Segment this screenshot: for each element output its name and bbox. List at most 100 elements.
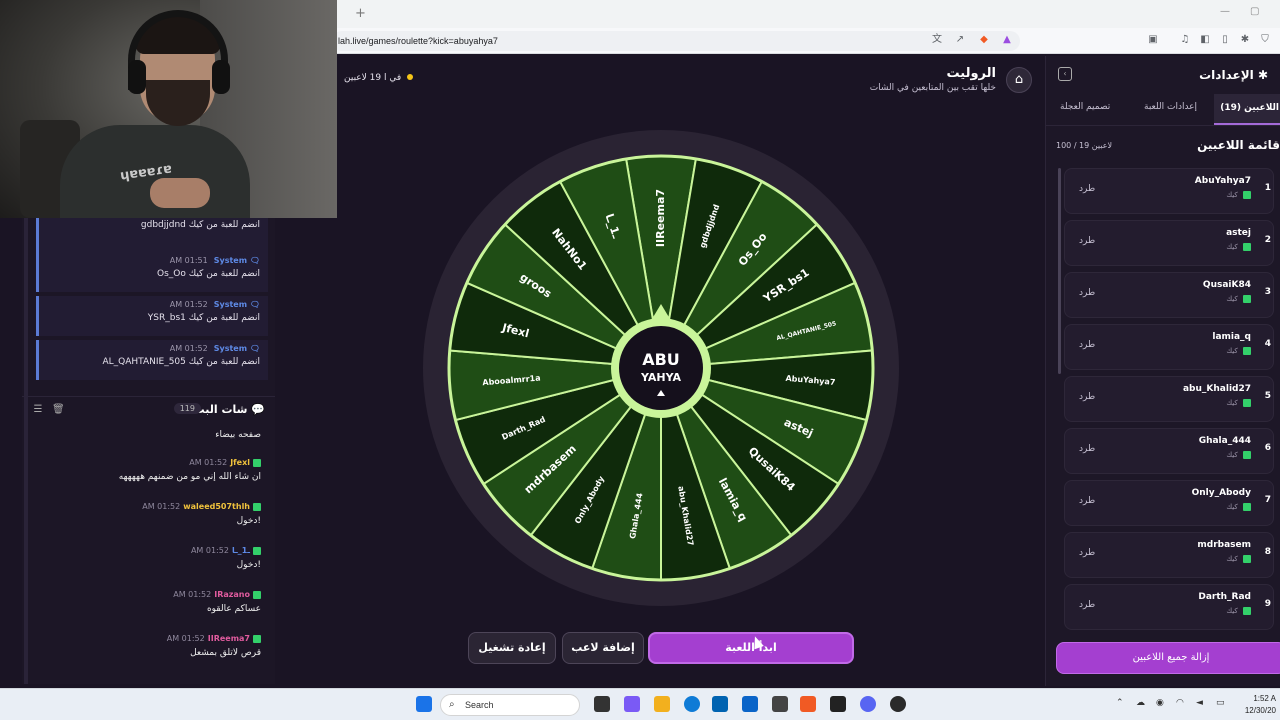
edge-icon[interactable]	[684, 696, 700, 712]
player-row: 3 QusaiK84 كيك طرد	[1064, 272, 1274, 318]
author-name: System	[213, 344, 248, 353]
tray-cloud-icon[interactable]: ☁	[1136, 698, 1145, 708]
copilot-icon[interactable]	[624, 696, 640, 712]
message-user[interactable]: IIReema7	[208, 634, 250, 643]
kick-badge-icon	[253, 502, 261, 511]
windows-taskbar: ⌕ Search ⌃ ☁ ◉ ◠ ◄ ▭ 1:52 A 12/30/20	[0, 688, 1280, 720]
vpn-icon[interactable]: ⛉	[1258, 33, 1272, 47]
remove-player-button[interactable]: طرد	[1079, 288, 1095, 298]
kick-badge-icon	[1243, 243, 1251, 251]
taskbar-search[interactable]: ⌕ Search	[440, 694, 580, 716]
remove-all-players-button[interactable]: إزالة جميع اللاعبين	[1056, 642, 1280, 674]
new-tab-button[interactable]: +	[355, 6, 366, 21]
tab-search-icon[interactable]: ▣	[1146, 33, 1160, 47]
remove-player-button[interactable]: طرد	[1079, 236, 1095, 246]
obs-icon[interactable]	[830, 696, 846, 712]
music-icon[interactable]: ♫	[1178, 33, 1192, 47]
player-row: 2 astej كيك طرد	[1064, 220, 1274, 266]
remove-player-button[interactable]: طرد	[1079, 600, 1095, 610]
message-user[interactable]: ـ1_ـا	[232, 546, 250, 555]
brave-icon[interactable]	[800, 696, 816, 712]
player-platform: كيك	[1226, 451, 1251, 459]
share-icon[interactable]: ↗	[953, 33, 967, 47]
file-explorer-icon[interactable]	[654, 696, 670, 712]
outlook-icon[interactable]	[742, 696, 758, 712]
chat-message: AM 01:52 IIReema7 قرص لاتلق بمشعل	[31, 634, 261, 658]
wheel-svg: IIReema7 gdbdjjdndOs_OoYSR_bs1AL_QAHTANIE…	[423, 130, 899, 606]
tab-game-settings[interactable]: إعدادات اللعبة	[1144, 102, 1197, 112]
player-number: 2	[1264, 235, 1271, 245]
player-list-scrollbar[interactable]	[1058, 168, 1061, 374]
chat-panel: gdbdjjdnd انضم للعبة من كيك AM 01:51 Syst…	[22, 212, 275, 684]
remove-player-button[interactable]: طرد	[1079, 444, 1095, 454]
system-message-list: gdbdjjdnd انضم للعبة من كيك AM 01:51 Syst…	[22, 212, 275, 383]
chat-message: AM 01:52 IRazano عساكم عالقوه	[31, 590, 261, 614]
translate-icon[interactable]: 文	[930, 33, 944, 47]
task-view-icon[interactable]	[594, 696, 610, 712]
player-platform: كيك	[1226, 607, 1251, 615]
author-name: System	[213, 256, 248, 265]
kick-badge-icon	[1243, 191, 1251, 199]
app-icon[interactable]	[772, 696, 788, 712]
home-icon: ⌂	[1014, 72, 1024, 87]
chat-viewer-count: 119	[173, 403, 201, 414]
platform-label: كيك	[1226, 451, 1238, 459]
collapse-panel-icon[interactable]: ‹	[1058, 67, 1072, 81]
sidebar-icon[interactable]: ◧	[1198, 33, 1212, 47]
remove-player-button[interactable]: طرد	[1079, 496, 1095, 506]
minimize-button[interactable]: —	[1220, 6, 1230, 17]
battery-icon[interactable]: ▭	[1216, 698, 1225, 708]
message-user[interactable]: waleed507thlh	[183, 502, 250, 511]
remove-player-button[interactable]: طرد	[1079, 184, 1095, 194]
player-list-count: 100 / 19 لاعبين	[1056, 141, 1113, 150]
message-user[interactable]: IRazano	[214, 590, 250, 599]
remove-player-button[interactable]: طرد	[1079, 392, 1095, 402]
wifi-icon[interactable]: ◠	[1176, 698, 1184, 708]
brave-rewards-icon[interactable]: ▲	[1000, 33, 1014, 47]
tray-chevron-icon[interactable]: ⌃	[1116, 698, 1124, 708]
trash-icon[interactable]: 🗑	[52, 404, 65, 416]
message-time: AM 01:52	[190, 546, 229, 555]
tray-app-icon[interactable]: ◉	[1156, 698, 1164, 708]
volume-icon[interactable]: ◄	[1196, 698, 1203, 708]
chat-scrollbar[interactable]	[24, 218, 28, 684]
platform-label: كيك	[1226, 347, 1238, 355]
player-list-title: قائمة اللاعبين	[1197, 138, 1280, 152]
brave-shield-icon[interactable]: ◆	[977, 33, 991, 47]
tab-wheel-design[interactable]: تصميم العجلة	[1060, 102, 1110, 112]
settings-tabs: تصميم العجلة إعدادات اللعبة اللاعبين (19…	[1046, 94, 1280, 126]
extension-icon[interactable]: ✱	[1238, 33, 1252, 47]
player-platform: كيك	[1226, 243, 1251, 251]
chat-message: صفحه بيضاء	[31, 430, 261, 440]
kick-badge-icon	[1243, 503, 1251, 511]
player-name: Darth_Rad	[1198, 592, 1251, 602]
bookmark-icon[interactable]: ▯	[1218, 33, 1232, 47]
author-name: System	[213, 300, 248, 309]
players-count-pill: في ا 19 لاعبين	[336, 73, 414, 83]
player-row: 9 Darth_Rad كيك طرد	[1064, 584, 1274, 630]
maximize-button[interactable]: ▢	[1250, 6, 1259, 17]
windows-start-icon[interactable]	[416, 696, 432, 712]
message-user[interactable]: Jfexl	[230, 458, 250, 467]
player-number: 3	[1264, 287, 1271, 297]
chat-message: AM 01:52 ـ1_ـا دخول!	[31, 546, 261, 570]
tab-players[interactable]: اللاعبين (19)	[1214, 94, 1280, 125]
hub-logo-line1: ABU	[642, 350, 680, 369]
platform-label: كيك	[1226, 243, 1238, 251]
taskbar-clock[interactable]: 1:52 A 12/30/20	[1245, 693, 1276, 717]
remove-player-button[interactable]: طرد	[1079, 340, 1095, 350]
roulette-wheel[interactable]: IIReema7 gdbdjjdnd Os_Oo YSR_bs1 AL_QAHTANIE…	[421, 128, 901, 608]
system-message: AM 01:51 System 🗨 Os_Oo انضم للعبة من كيك	[36, 252, 268, 292]
restart-button[interactable]: إعادة تشغيل	[468, 632, 556, 664]
discord-icon[interactable]	[860, 696, 876, 712]
remove-player-button[interactable]: طرد	[1079, 548, 1095, 558]
player-row: 5 abu_Khalid27 كيك طرد	[1064, 376, 1274, 422]
message-time: AM 01:52	[173, 590, 212, 599]
player-number: 4	[1264, 339, 1271, 349]
home-button[interactable]: ⌂	[1006, 67, 1032, 93]
filter-icon[interactable]: ☰	[32, 404, 44, 416]
add-player-button[interactable]: إضافة لاعب	[562, 632, 644, 664]
address-bar[interactable]: lah.live/games/roulette?kick=abuyahya7	[332, 31, 1020, 51]
app-icon[interactable]	[890, 696, 906, 712]
store-icon[interactable]	[712, 696, 728, 712]
